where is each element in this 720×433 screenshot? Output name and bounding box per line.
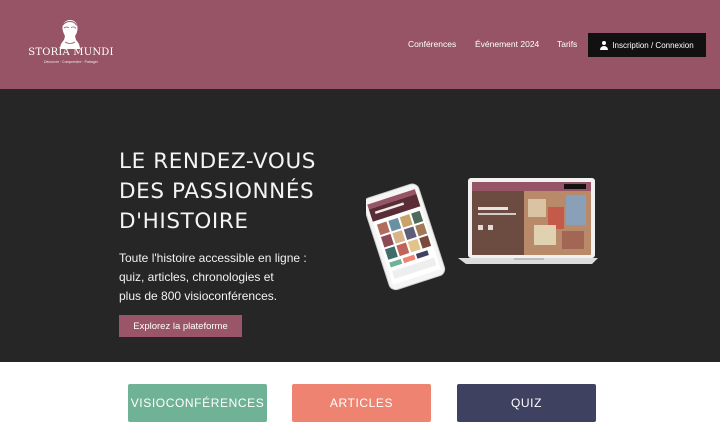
logo-wordmark: STORIA MUNDI xyxy=(28,47,114,58)
site-header: STORIA MUNDI Découvrir · Comprendre · Pa… xyxy=(0,0,720,89)
storia-mundi-logo[interactable]: STORIA MUNDI Découvrir · Comprendre · Pa… xyxy=(26,18,116,70)
login-signup-button[interactable]: Inscription / Connexion xyxy=(588,33,706,57)
login-signup-label: Inscription / Connexion xyxy=(612,40,694,50)
hero-title-line: D'HISTOIRE xyxy=(119,209,249,234)
tablet-illustration xyxy=(366,183,446,291)
category-quiz-button[interactable]: QUIZ xyxy=(457,384,596,422)
nav-link-tarifs[interactable]: Tarifs xyxy=(557,39,577,49)
hero-description-line: Toute l'histoire accessible en ligne : xyxy=(119,251,307,265)
laptop-illustration xyxy=(458,178,598,264)
hero-title-line: DES PASSIONNÉS xyxy=(119,179,315,204)
category-visioconferences-button[interactable]: VISIOCONFÉRENCES xyxy=(128,384,267,422)
category-articles-button[interactable]: ARTICLES xyxy=(292,384,431,422)
hero-title: LE RENDEZ-VOUS DES PASSIONNÉS D'HISTOIRE xyxy=(119,147,359,237)
nav-link-conferences[interactable]: Conférences xyxy=(408,39,456,49)
explore-platform-button[interactable]: Explorez la plateforme xyxy=(119,315,242,337)
nav-link-evenement-2024[interactable]: Événement 2024 xyxy=(475,39,539,49)
logo-tagline: Découvrir · Comprendre · Partager xyxy=(43,60,99,64)
user-icon xyxy=(600,40,609,50)
hero-section: LE RENDEZ-VOUS DES PASSIONNÉS D'HISTOIRE… xyxy=(0,89,720,362)
hero-description: Toute l'histoire accessible en ligne : q… xyxy=(119,249,339,306)
hero-title-line: LE RENDEZ-VOUS xyxy=(119,149,317,174)
hero-description-line: plus de 800 visioconférences. xyxy=(119,289,278,303)
laptop-and-tablet-illustration xyxy=(366,178,598,291)
hero-description-line: quiz, articles, chronologies et xyxy=(119,270,274,284)
